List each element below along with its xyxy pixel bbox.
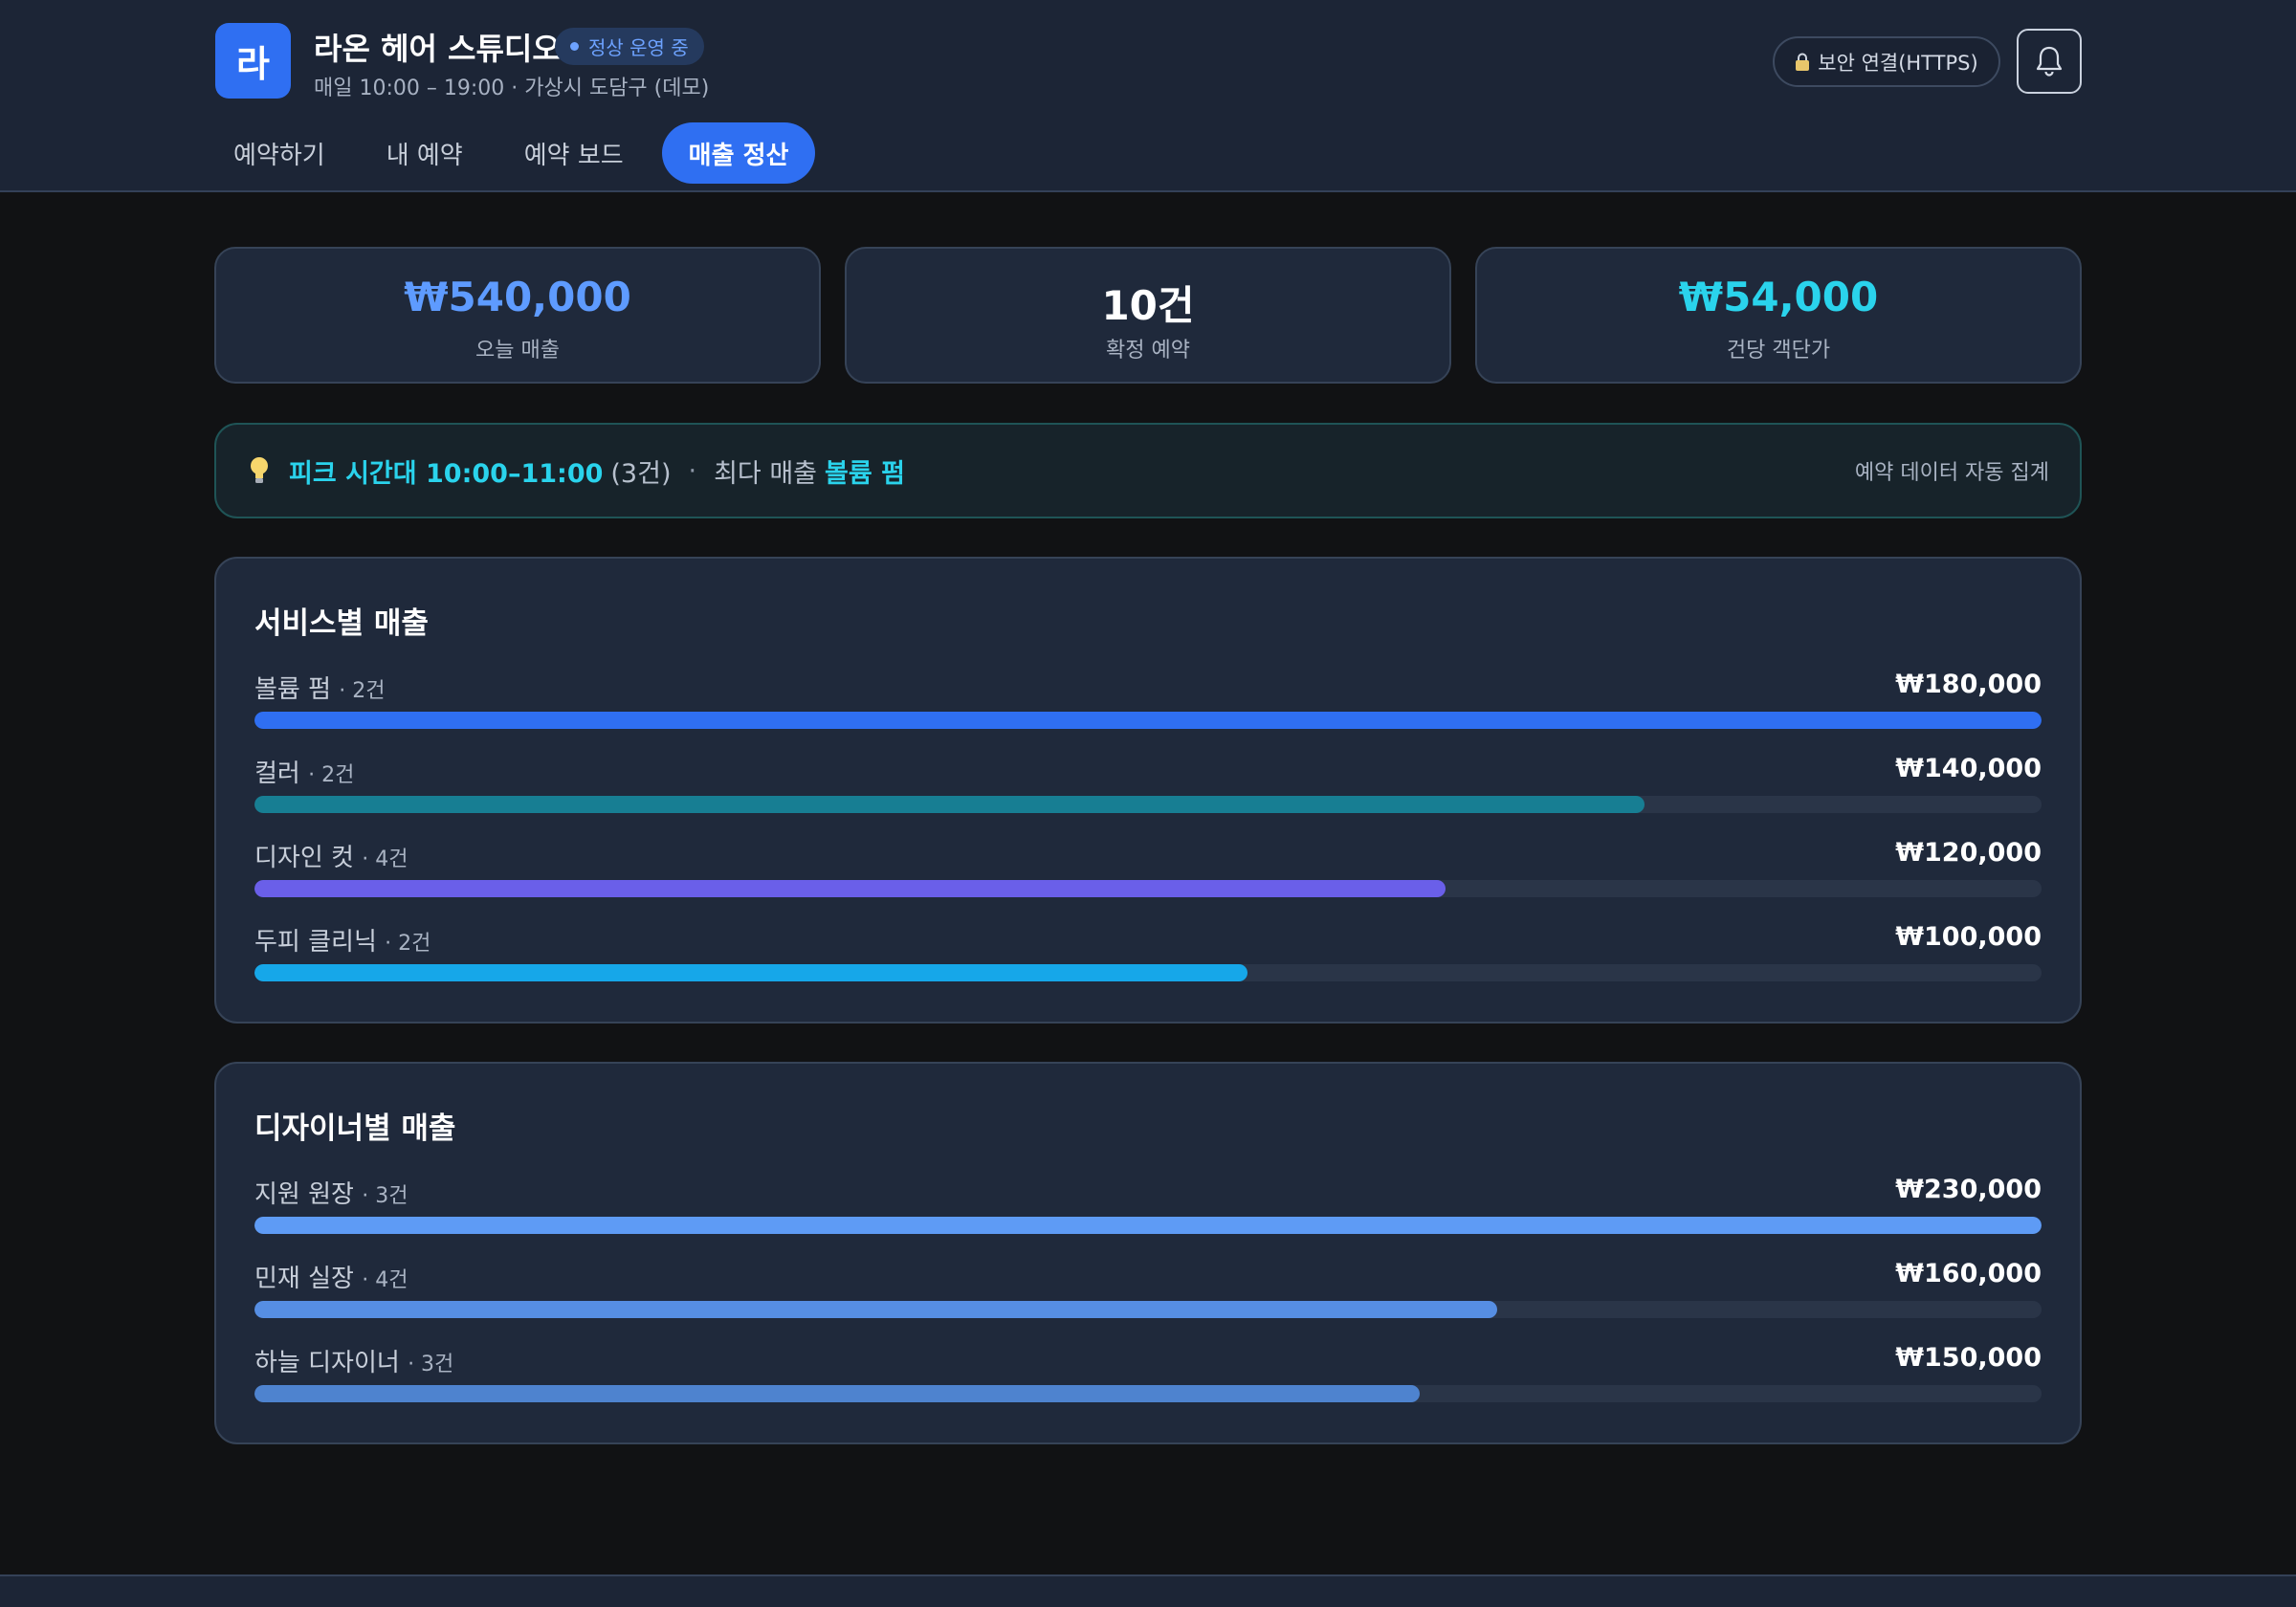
sales-amount: ₩100,000 xyxy=(1895,922,2042,952)
app-header: 라 라온 헤어 스튜디오 정상 운영 중 매일 10:00 – 19:00 · … xyxy=(0,0,2296,192)
row-label: 지원 원장 · 3건 xyxy=(254,1175,408,1210)
stat-value: 10건 xyxy=(1101,282,1195,329)
stat-card-average-per-booking: ₩54,000 건당 객단가 xyxy=(1475,247,2082,384)
stat-card-today-sales: ₩540,000 오늘 매출 xyxy=(214,247,821,384)
auto-aggregation-note: 예약 데이터 자동 집계 xyxy=(1854,461,2049,485)
status-dot-icon xyxy=(570,42,579,51)
studio-hours-location: 매일 10:00 – 19:00 · 가상시 도담구 (데모) xyxy=(314,77,710,100)
bell-icon xyxy=(2036,46,2063,77)
designer-sales-row: 하늘 디자이너 · 3건 ₩150,000 xyxy=(254,1343,2042,1412)
designer-sales-row: 민재 실장 · 4건 ₩160,000 xyxy=(254,1259,2042,1328)
peak-summary: 피크 시간대 10:00–11:00 (3건) · 최다 매출 볼륨 펌 xyxy=(249,425,905,517)
top-sales-service: 볼륨 펌 xyxy=(825,458,905,489)
booking-count: · 3건 xyxy=(362,1184,408,1208)
stat-label: 오늘 매출 xyxy=(475,339,560,363)
stat-label: 확정 예약 xyxy=(1106,339,1190,363)
designer-sales-row: 지원 원장 · 3건 ₩230,000 xyxy=(254,1175,2042,1244)
stat-label: 건당 객단가 xyxy=(1726,339,1831,363)
tab-booking-board[interactable]: 예약 보드 xyxy=(501,122,647,184)
service-sales-row: 두피 클리닉 · 2건 ₩100,000 xyxy=(254,922,2042,991)
peak-count: (3건) xyxy=(610,458,672,489)
studio-title: 라온 헤어 스튜디오 xyxy=(314,31,561,67)
tab-booking[interactable]: 예약하기 xyxy=(210,122,348,184)
progress-track xyxy=(254,796,2042,813)
status-badge: 정상 운영 중 xyxy=(555,28,704,65)
sales-amount: ₩180,000 xyxy=(1895,670,2042,699)
sales-amount: ₩150,000 xyxy=(1895,1343,2042,1373)
security-badge: 보안 연결(HTTPS) xyxy=(1773,36,2000,87)
row-label: 민재 실장 · 4건 xyxy=(254,1259,408,1294)
progress-track xyxy=(254,712,2042,729)
service-name: 디자인 컷 xyxy=(254,844,354,872)
notification-button[interactable] xyxy=(2017,29,2082,94)
progress-fill xyxy=(254,712,2042,729)
stat-value: ₩540,000 xyxy=(404,274,631,320)
designer-name: 민재 실장 xyxy=(254,1265,354,1293)
progress-fill xyxy=(254,1217,2042,1234)
studio-logo: 라 xyxy=(215,23,291,99)
sales-amount: ₩230,000 xyxy=(1895,1175,2042,1204)
service-name: 컬러 xyxy=(254,759,300,788)
service-name: 볼륨 펌 xyxy=(254,675,332,704)
peak-time: 피크 시간대 10:00–11:00 xyxy=(289,458,604,489)
designer-sales-panel: 디자이너별 매출 지원 원장 · 3건 ₩230,000 민재 실장 · 4건 … xyxy=(214,1062,2082,1444)
booking-count: · 2건 xyxy=(339,679,386,703)
progress-fill xyxy=(254,796,1645,813)
designer-name: 지원 원장 xyxy=(254,1180,354,1209)
panel-title: 디자이너별 매출 xyxy=(254,1112,456,1146)
progress-fill xyxy=(254,964,1247,981)
sales-amount: ₩160,000 xyxy=(1895,1259,2042,1288)
tab-my-bookings[interactable]: 내 예약 xyxy=(364,122,486,184)
progress-track xyxy=(254,1385,2042,1402)
panel-title: 서비스별 매출 xyxy=(254,606,429,641)
booking-count: · 2건 xyxy=(308,763,355,787)
booking-count: · 2건 xyxy=(385,932,431,956)
progress-fill xyxy=(254,880,1446,897)
progress-fill xyxy=(254,1301,1498,1318)
security-label: 보안 연결(HTTPS) xyxy=(1818,51,1978,75)
row-label: 볼륨 펌 · 2건 xyxy=(254,670,386,705)
progress-track xyxy=(254,880,2042,897)
row-label: 하늘 디자이너 · 3건 xyxy=(254,1343,453,1378)
row-label: 두피 클리닉 · 2건 xyxy=(254,922,430,958)
progress-track xyxy=(254,964,2042,981)
booking-count: · 4건 xyxy=(362,848,408,871)
sales-amount: ₩140,000 xyxy=(1895,754,2042,783)
lock-icon xyxy=(1796,53,1810,71)
service-sales-row: 컬러 · 2건 ₩140,000 xyxy=(254,754,2042,823)
lightbulb-icon xyxy=(251,457,268,483)
row-label: 컬러 · 2건 xyxy=(254,754,354,789)
main-tabs: 예약하기 내 예약 예약 보드 매출 정산 xyxy=(210,122,830,184)
booking-count: · 4건 xyxy=(362,1268,408,1292)
tab-sales-settlement[interactable]: 매출 정산 xyxy=(661,122,816,184)
designer-name: 하늘 디자이너 xyxy=(254,1349,400,1377)
booking-count: · 3건 xyxy=(408,1353,454,1376)
progress-track xyxy=(254,1217,2042,1234)
service-name: 두피 클리닉 xyxy=(254,928,377,957)
row-label: 디자인 컷 · 4건 xyxy=(254,838,408,873)
service-sales-row: 디자인 컷 · 4건 ₩120,000 xyxy=(254,838,2042,907)
service-sales-panel: 서비스별 매출 볼륨 펌 · 2건 ₩180,000 컬러 · 2건 ₩140,… xyxy=(214,557,2082,1024)
status-text: 정상 운영 중 xyxy=(588,36,689,59)
sales-amount: ₩120,000 xyxy=(1895,838,2042,868)
service-sales-row: 볼륨 펌 · 2건 ₩180,000 xyxy=(254,670,2042,738)
progress-fill xyxy=(254,1385,1421,1402)
page-footer xyxy=(0,1574,2296,1607)
progress-track xyxy=(254,1301,2042,1318)
stat-value: ₩54,000 xyxy=(1678,274,1879,320)
peak-time-banner: 피크 시간대 10:00–11:00 (3건) · 최다 매출 볼륨 펌 예약 … xyxy=(214,423,2082,518)
top-sales-label: 최다 매출 xyxy=(714,458,818,489)
stat-card-confirmed-bookings: 10건 확정 예약 xyxy=(845,247,1451,384)
separator: · xyxy=(688,455,697,486)
